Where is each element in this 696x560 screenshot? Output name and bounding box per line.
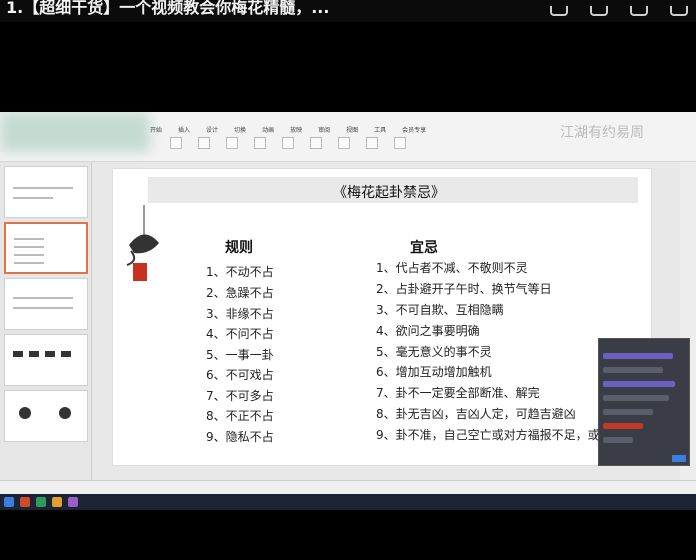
thumb-line xyxy=(13,187,73,189)
chat-message xyxy=(603,381,675,387)
slide-thumbnail[interactable] xyxy=(4,390,88,442)
thumb-block xyxy=(29,351,39,357)
chat-message xyxy=(603,353,673,359)
rule-item: 5、一事一卦 xyxy=(206,348,274,362)
taskbar xyxy=(0,494,696,510)
slide-thumbnail[interactable] xyxy=(4,166,88,218)
app-icon[interactable] xyxy=(52,497,62,507)
start-icon[interactable] xyxy=(4,497,14,507)
app-icon[interactable] xyxy=(36,497,46,507)
menu-item[interactable]: 动画 xyxy=(262,125,274,135)
rule-item: 9、隐私不占 xyxy=(206,430,274,444)
slide-thumbnail[interactable] xyxy=(4,334,88,386)
thumb-line xyxy=(14,254,44,256)
download-icon[interactable] xyxy=(590,6,608,16)
menu-item[interactable]: 切换 xyxy=(234,125,246,135)
rule-item: 1、不动不占 xyxy=(206,265,274,279)
tool-icon[interactable] xyxy=(282,137,294,149)
rules-header: 规则 xyxy=(225,240,253,256)
glow-blur xyxy=(0,112,150,152)
chat-send-button[interactable] xyxy=(672,455,686,462)
thumb-line xyxy=(13,197,53,199)
thumb-line xyxy=(14,238,44,240)
top-icons xyxy=(550,0,688,22)
chat-message xyxy=(603,437,633,443)
slide-title: 《梅花起卦禁忌》 xyxy=(333,185,445,201)
favor-item: 6、增加互动增加触机 xyxy=(376,365,492,379)
thumb-yinyang xyxy=(59,407,71,419)
menu-item[interactable]: 放映 xyxy=(290,125,302,135)
menu-item[interactable]: 会员专享 xyxy=(402,125,426,135)
chat-message xyxy=(603,395,669,401)
rule-item: 2、急躁不占 xyxy=(206,286,274,300)
slide-thumbnail-panel xyxy=(0,162,92,480)
tool-icon[interactable] xyxy=(366,137,378,149)
rule-item: 3、非缘不占 xyxy=(206,307,274,321)
menu-item[interactable]: 视图 xyxy=(346,125,358,135)
rule-item: 6、不可戏占 xyxy=(206,368,274,382)
status-bar xyxy=(0,480,696,494)
menu-item[interactable]: 工具 xyxy=(374,125,386,135)
tool-icon[interactable] xyxy=(394,137,406,149)
menu-row: 开始 插入 设计 切换 动画 放映 审阅 视图 工具 会员专享 xyxy=(150,125,426,135)
slide-thumbnail[interactable] xyxy=(4,278,88,330)
rule-item: 4、不问不占 xyxy=(206,327,274,341)
favor-item: 3、不可自欺、互相隐瞒 xyxy=(376,303,504,317)
ribbon: 开始 插入 设计 切换 动画 放映 审阅 视图 工具 会员专享 江湖有约易周 xyxy=(0,112,696,162)
tool-icon[interactable] xyxy=(198,137,210,149)
popout-icon[interactable] xyxy=(630,6,648,16)
chat-overlay-panel xyxy=(598,338,690,466)
tool-icon[interactable] xyxy=(310,137,322,149)
letterbox-bottom xyxy=(0,510,696,560)
menu-item[interactable]: 开始 xyxy=(150,125,162,135)
thumb-line xyxy=(13,297,73,299)
close-icon[interactable] xyxy=(670,6,688,16)
video-title-bar: 1.【超细干货】一个视频教会你梅花精髓，... xyxy=(0,0,696,22)
thumb-block xyxy=(61,351,71,357)
favor-item: 2、占卦避开子午时、换节气等日 xyxy=(376,282,552,296)
favor-item: 5、毫无意义的事不灵 xyxy=(376,345,492,359)
favor-item: 8、卦无吉凶，吉凶人定，可趋吉避凶 xyxy=(376,407,576,421)
favor-item: 1、代占者不减、不敬则不灵 xyxy=(376,261,528,275)
rule-item: 7、不可多占 xyxy=(206,389,274,403)
menu-item[interactable]: 设计 xyxy=(206,125,218,135)
tool-icon[interactable] xyxy=(226,137,238,149)
app-icon[interactable] xyxy=(68,497,78,507)
chat-message xyxy=(603,409,653,415)
chat-message xyxy=(603,367,663,373)
menu-item[interactable]: 审阅 xyxy=(318,125,330,135)
favors-header: 宜忌 xyxy=(410,240,438,256)
thumb-block xyxy=(13,351,23,357)
slide-thumbnail-selected[interactable] xyxy=(4,222,88,274)
ribbon-tools xyxy=(170,137,406,149)
favor-item: 7、卦不一定要全部断准、解完 xyxy=(376,386,540,400)
menu-item[interactable]: 插入 xyxy=(178,125,190,135)
thumb-line xyxy=(14,246,44,248)
thumb-line xyxy=(13,307,73,309)
share-icon[interactable] xyxy=(550,6,568,16)
thumb-yinyang xyxy=(19,407,31,419)
plum-blossom-ornament-icon xyxy=(126,205,159,281)
presentation-screen: 开始 插入 设计 切换 动画 放映 审阅 视图 工具 会员专享 江湖有约易周 《… xyxy=(0,112,696,510)
app-icon[interactable] xyxy=(20,497,30,507)
tool-icon[interactable] xyxy=(254,137,266,149)
video-title: 1.【超细干货】一个视频教会你梅花精髓，... xyxy=(6,0,330,17)
favor-item: 4、欲问之事要明确 xyxy=(376,324,480,338)
letterbox-top xyxy=(0,22,696,112)
chat-message xyxy=(603,423,643,429)
rule-item: 8、不正不占 xyxy=(206,409,274,423)
slide-canvas: 《梅花起卦禁忌》 规则 宜忌 1、不动不占 2、急躁不占 3、非缘不占 4、不问… xyxy=(112,168,652,466)
watermark: 江湖有约易周 xyxy=(560,125,644,141)
tool-icon[interactable] xyxy=(338,137,350,149)
tool-icon[interactable] xyxy=(170,137,182,149)
thumb-line xyxy=(14,262,44,264)
thumb-block xyxy=(45,351,55,357)
